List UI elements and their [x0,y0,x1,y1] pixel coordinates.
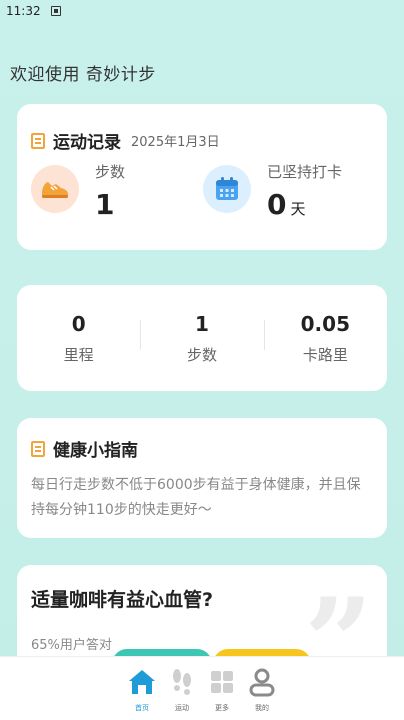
calories-label: 卡路里 [302,345,348,364]
distance-label: 里程 [63,345,94,364]
metric-distance: 0 里程 [17,312,140,365]
steps-count-label: 步数 [186,345,217,364]
steps-label: 步数 [95,163,126,181]
status-time: 11:32 [6,4,41,18]
grid-icon [202,665,242,699]
sim-icon [50,6,61,16]
record-card-title: 运动记录 [53,133,121,153]
bottom-nav: 首页 运动 更多 我的 [0,656,404,720]
streak-stat: 已坚持打卡 0天 [203,163,342,221]
footprints-icon [162,665,202,699]
home-icon [122,665,162,699]
health-guide-card[interactable]: 健康小指南 每日行走步数不低于6000步有益于身体健康，并且保持每分钟110步的… [17,418,387,538]
nav-item-profile[interactable]: 我的 [242,665,282,713]
record-card-header: 运动记录 2025年1月3日 [31,128,373,153]
streak-label: 已坚持打卡 [267,163,343,181]
steps-value: 1 [95,188,115,221]
metric-steps: 1 步数 [140,312,263,365]
calories-value: 0.05 [300,311,350,336]
metrics-card: 0 里程 1 步数 0.05 卡路里 [17,285,387,391]
nav-item-sport[interactable]: 运动 [162,665,202,713]
nav-label-more: 更多 [215,704,229,712]
steps-count-value: 1 [195,311,209,336]
exercise-record-card[interactable]: 运动记录 2025年1月3日 步数 1 已坚持打卡 0 天 [17,104,387,250]
nav-item-home[interactable]: 首页 [122,665,162,713]
guide-card-header: 健康小指南 [31,436,373,461]
nav-label-sport: 运动 [175,704,189,712]
distance-value: 0 [71,311,86,336]
status-bar: 11:32 [0,0,404,22]
document-icon [31,132,45,149]
document-icon [31,440,45,457]
metric-calories: 0.05 卡路里 [263,311,387,365]
nav-label-home: 首页 [135,704,149,712]
user-icon [242,665,282,699]
sneaker-icon [31,165,79,213]
guide-text: 每日行走步数不低于6000步有益于身体健康，并且保持每分钟110步的快走更好～ [31,477,361,518]
nav-item-more[interactable]: 更多 [202,665,242,713]
streak-unit: 天 [290,200,306,218]
streak-value-row: 0天 [267,188,342,221]
guide-card-title: 健康小指南 [53,441,138,461]
welcome-text: 欢迎使用 奇妙计步 [10,65,156,85]
steps-stat: 步数 1 [31,163,125,221]
record-date: 2025年1月3日 [131,135,220,150]
nav-label-profile: 我的 [255,704,269,712]
streak-value: 0 [267,188,287,221]
calendar-icon [203,165,251,213]
